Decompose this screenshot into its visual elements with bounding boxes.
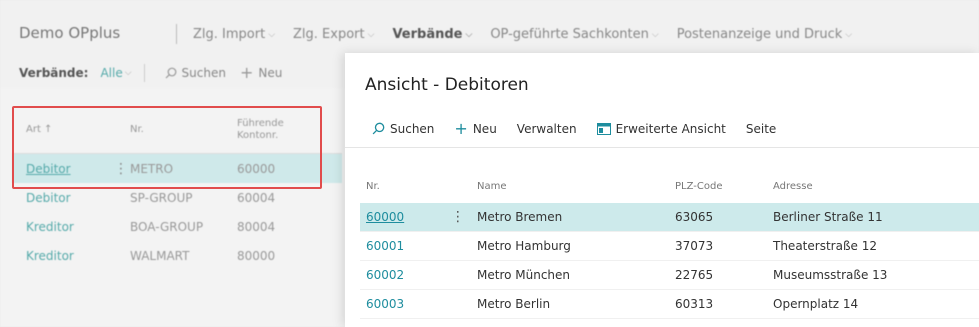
manage-label: Verwalten	[516, 121, 577, 136]
plus-icon: +	[239, 63, 254, 82]
dialog-action-bar: Suchen + Neu Verwalten Erweiterte Ansich…	[372, 119, 796, 138]
nav-zlg-import[interactable]: Zlg. Import ⌵	[193, 27, 275, 42]
list-label: Verbände:	[19, 65, 89, 80]
app-title: Demo OPplus	[19, 24, 121, 42]
page-label: Seite	[745, 121, 777, 136]
extended-view-label: Erweiterte Ansicht	[615, 121, 726, 136]
new-label: Neu	[472, 121, 497, 136]
nav-zlg-export[interactable]: Zlg. Export ⌵	[293, 27, 374, 42]
column-header-nr[interactable]: Nr.	[360, 181, 465, 192]
table-row[interactable]: 60000 ⋮ Metro Bremen 63065 Berliner Straß…	[360, 203, 979, 232]
grid-header: Nr. Name PLZ-Code Adresse	[360, 169, 979, 203]
row-adresse: Theaterstraße 12	[773, 239, 877, 253]
page-action-bar: Verbände: Alle ⌵ Suchen + Neu	[19, 63, 296, 82]
highlight-callout-frame	[12, 106, 322, 189]
row-art-link[interactable]: Kreditor	[12, 220, 112, 234]
nav-postenanzeige[interactable]: Postenanzeige und Druck ⌵	[677, 27, 852, 42]
dialog-manage-button[interactable]: Verwalten	[517, 122, 577, 136]
search-label: Suchen	[390, 121, 435, 136]
search-icon	[165, 67, 176, 78]
nav-item-label: Verbände	[392, 27, 463, 42]
search-icon	[372, 122, 385, 135]
column-header-adresse[interactable]: Adresse	[773, 181, 953, 192]
debitoren-grid: Nr. Name PLZ-Code Adresse 60000 ⋮ Metro B…	[360, 169, 979, 319]
nav-item-label: Zlg. Import	[193, 27, 266, 42]
row-kontonr: 80000	[237, 248, 276, 263]
chevron-down-icon: ⌵	[651, 29, 659, 40]
column-header-name[interactable]: Name	[465, 181, 675, 192]
new-label: Neu	[258, 65, 283, 80]
dialog-title: Ansicht - Debitoren	[365, 75, 529, 95]
table-row[interactable]: 60003 Metro Berlin 60313 Opernplatz 14	[360, 290, 979, 319]
dialog-page-menu[interactable]: Seite	[746, 122, 776, 136]
chevron-down-icon: ⌵	[268, 29, 276, 40]
nav-verbaende[interactable]: Verbände ⌵	[392, 27, 472, 42]
dialog-divider	[345, 147, 979, 148]
more-dots-icon[interactable]: ⋮	[451, 209, 465, 225]
action-separator	[143, 63, 145, 82]
table-row[interactable]: Kreditor WALMART 80000	[12, 241, 342, 270]
search-label: Suchen	[181, 65, 226, 80]
page-new-button[interactable]: + Neu	[240, 63, 282, 82]
plus-icon: +	[454, 119, 468, 138]
row-kontonr: 60004	[237, 190, 276, 205]
nav-item-label: Postenanzeige und Druck	[676, 27, 843, 42]
chevron-down-icon: ⌵	[367, 29, 375, 40]
row-plz: 60313	[675, 297, 714, 311]
chevron-down-icon: ⌵	[465, 29, 473, 40]
row-art-link[interactable]: Kreditor	[12, 249, 112, 263]
row-nr: BOA-GROUP	[130, 219, 204, 234]
row-adresse: Museumsstraße 13	[773, 268, 888, 282]
row-nr: WALMART	[130, 248, 190, 263]
page-search-button[interactable]: Suchen	[165, 66, 226, 80]
nav-item-label: Zlg. Export	[293, 27, 365, 42]
row-nr: SP-GROUP	[130, 190, 193, 205]
row-name: Metro Berlin	[477, 297, 551, 311]
row-name: Metro München	[477, 268, 571, 282]
table-row[interactable]: 60002 Metro München 22765 Museumsstraße …	[360, 261, 979, 290]
row-name: Metro Bremen	[477, 210, 563, 224]
row-art-link[interactable]: Debitor	[12, 191, 112, 205]
row-name: Metro Hamburg	[477, 239, 571, 253]
row-plz: 37073	[675, 239, 714, 253]
table-row[interactable]: Kreditor BOA-GROUP 80004	[12, 212, 342, 241]
row-nr-link[interactable]: 60002	[366, 268, 462, 282]
row-nr-link[interactable]: 60003	[366, 297, 462, 311]
row-plz: 22765	[675, 268, 714, 282]
chevron-down-icon: ⌵	[124, 67, 132, 78]
extended-view-icon	[596, 122, 611, 135]
nav-op-sachkonten[interactable]: OP-geführte Sachkonten ⌵	[490, 27, 658, 42]
dialog-search-button[interactable]: Suchen	[372, 122, 434, 136]
column-header-plz[interactable]: PLZ-Code	[675, 181, 773, 192]
row-nr-link[interactable]: 60001	[366, 239, 462, 253]
debitoren-dialog: Ansicht - Debitoren Suchen + Neu Verwalt…	[345, 53, 979, 327]
filter-dropdown[interactable]: Alle	[100, 66, 122, 80]
row-nr-link[interactable]: 60000	[366, 210, 451, 224]
table-row[interactable]: 60001 Metro Hamburg 37073 Theaterstraße …	[360, 232, 979, 261]
title-separator	[176, 24, 177, 44]
nav-item-label: OP-geführte Sachkonten	[490, 27, 649, 42]
row-adresse: Opernplatz 14	[773, 297, 859, 311]
row-adresse: Berliner Straße 11	[773, 210, 883, 224]
row-plz: 63065	[675, 210, 714, 224]
top-navigation: Zlg. Import ⌵ Zlg. Export ⌵ Verbände ⌵ O…	[193, 27, 852, 42]
dialog-extended-view-button[interactable]: Erweiterte Ansicht	[596, 121, 726, 136]
row-kontonr: 80004	[237, 219, 276, 234]
dialog-new-button[interactable]: + Neu	[454, 119, 496, 138]
chevron-down-icon: ⌵	[845, 29, 853, 40]
